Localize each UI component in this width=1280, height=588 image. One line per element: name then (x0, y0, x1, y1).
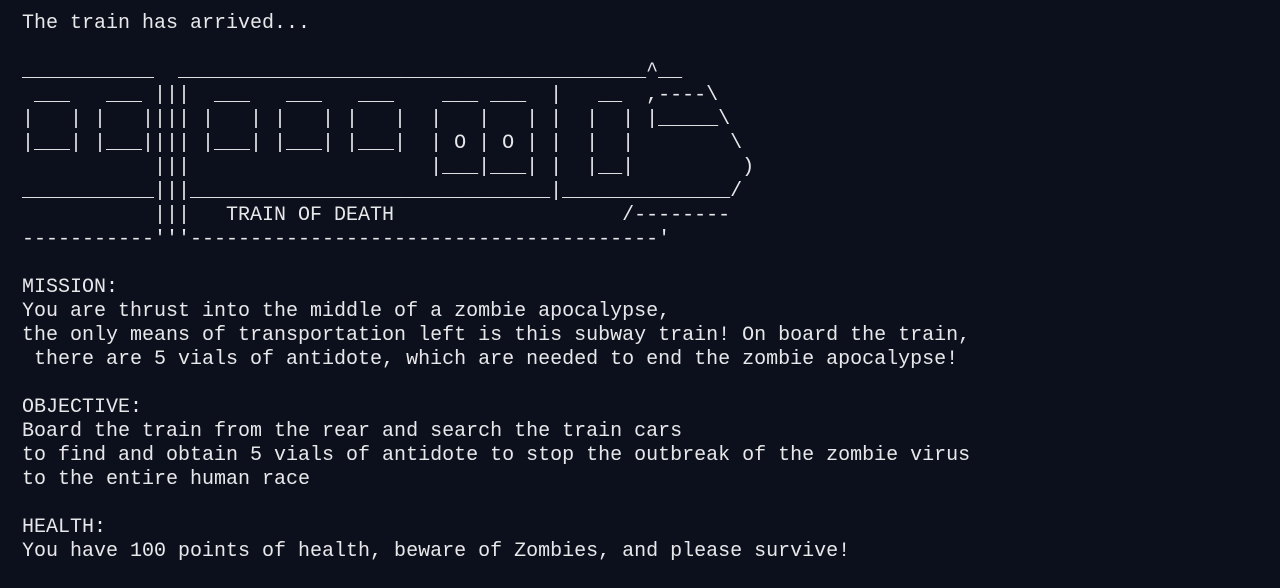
train-ascii-art: ___________ ____________________________… (22, 60, 1272, 252)
terminal-output: The train has arrived... ___________ ___… (22, 12, 1272, 582)
mission-text-line: You are thrust into the middle of a zomb… (22, 300, 671, 323)
objective-heading: OBJECTIVE: (22, 396, 143, 419)
health-text-line: You have 100 points of health, beware of… (22, 540, 851, 563)
objective-text-line: Board the train from the rear and search… (22, 420, 683, 443)
ascii-art-line: -----------'''--------------------------… (22, 228, 671, 251)
objective-text-line: to the entire human race (22, 468, 311, 491)
ascii-art-line: ___ ___ ||| ___ ___ ___ ___ ___ | __ ,--… (22, 84, 719, 107)
ascii-art-line: | | | |||| | | | | | | | | | | | | |____… (22, 108, 731, 131)
ascii-art-line: ___________ ____________________________… (22, 60, 683, 83)
ascii-art-line: |___| |___|||| |___| |___| |___| | O | O… (22, 132, 743, 155)
ascii-art-line: ||| TRAIN OF DEATH /-------- (22, 204, 731, 227)
mission-section: MISSION: You are thrust into the middle … (22, 276, 1272, 372)
health-section: HEALTH: You have 100 points of health, b… (22, 516, 1272, 564)
mission-text-line: the only means of transportation left is… (22, 324, 971, 347)
objective-text-line: to find and obtain 5 vials of antidote t… (22, 444, 971, 467)
objective-section: OBJECTIVE: Board the train from the rear… (22, 396, 1272, 492)
intro-text: The train has arrived... (22, 12, 311, 35)
mission-heading: MISSION: (22, 276, 119, 299)
health-heading: HEALTH: (22, 516, 107, 539)
ascii-art-line: ||| |___|___| | |__| ) (22, 156, 755, 179)
mission-text-line: there are 5 vials of antidote, which are… (22, 348, 959, 371)
ascii-art-line: ___________|||__________________________… (22, 180, 743, 203)
